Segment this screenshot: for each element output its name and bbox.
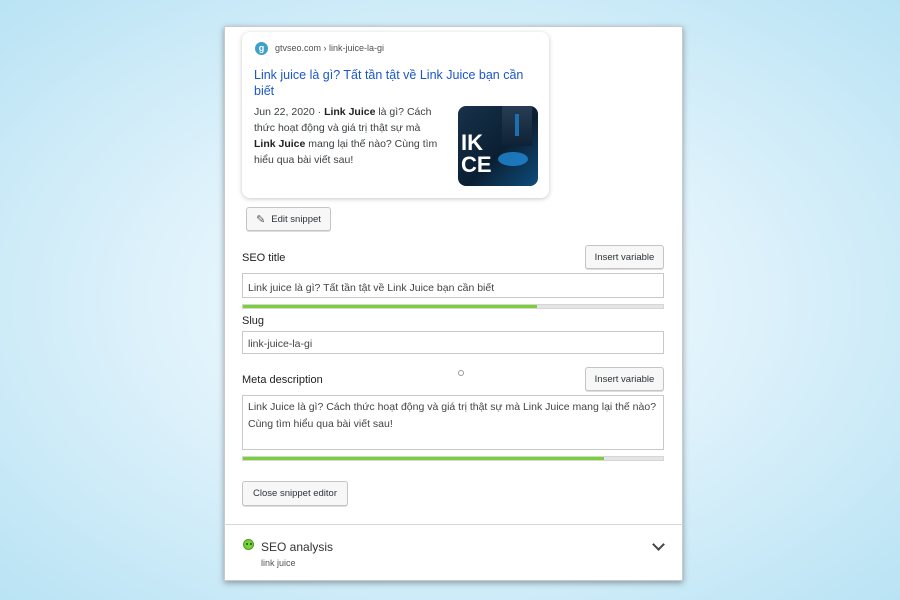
close-snippet-editor-button[interactable]: Close snippet editor	[242, 481, 348, 506]
preview-desc-bold-1: Link Juice	[324, 106, 376, 118]
mouse-cursor-dot	[458, 370, 464, 376]
seo-analysis-title[interactable]: SEO analysis	[261, 540, 333, 554]
pencil-icon: ✎	[256, 213, 266, 226]
section-divider	[224, 524, 683, 525]
preview-title[interactable]: Link juice là gì? Tất tần tật về Link Ju…	[254, 67, 539, 99]
thumbnail-tie	[515, 114, 519, 136]
thumbnail-text-2: CE	[461, 152, 492, 177]
seo-title-progress	[242, 304, 664, 309]
meta-description-textarea[interactable]: Link Juice là gì? Cách thức hoạt động và…	[242, 395, 664, 450]
preview-thumbnail: IK CE	[458, 106, 538, 186]
good-score-smiley-icon	[243, 539, 254, 550]
seo-title-progress-fill	[243, 305, 537, 308]
preview-description: Jun 22, 2020 · Link Juice là gì? Cách th…	[254, 106, 438, 166]
seo-title-label: SEO title	[242, 252, 286, 264]
focus-keyword: link juice	[261, 558, 296, 568]
preview-date: Jun 22, 2020	[254, 106, 315, 118]
seo-title-input[interactable]: Link juice là gì? Tất tần tật về Link Ju…	[242, 273, 664, 298]
meta-description-label: Meta description	[242, 374, 323, 386]
site-favicon-icon: g	[255, 42, 268, 55]
insert-variable-title-button[interactable]: Insert variable	[585, 245, 664, 269]
thumbnail-glow	[498, 152, 528, 166]
slug-input[interactable]: link-juice-la-gi	[242, 331, 664, 354]
google-preview-card: g gtvseo.com › link-juice-la-gi Link jui…	[242, 32, 549, 198]
thumbnail-text-1: IK	[461, 130, 483, 155]
insert-variable-meta-button[interactable]: Insert variable	[585, 367, 664, 391]
slug-label: Slug	[242, 315, 265, 327]
edit-snippet-label: Edit snippet	[271, 213, 321, 225]
edit-snippet-button[interactable]: ✎ Edit snippet	[246, 207, 331, 231]
meta-description-progress-fill	[243, 457, 605, 460]
preview-desc-bold-2: Link Juice	[254, 138, 306, 150]
meta-description-progress	[242, 456, 664, 461]
preview-breadcrumb: gtvseo.com › link-juice-la-gi	[275, 43, 385, 53]
